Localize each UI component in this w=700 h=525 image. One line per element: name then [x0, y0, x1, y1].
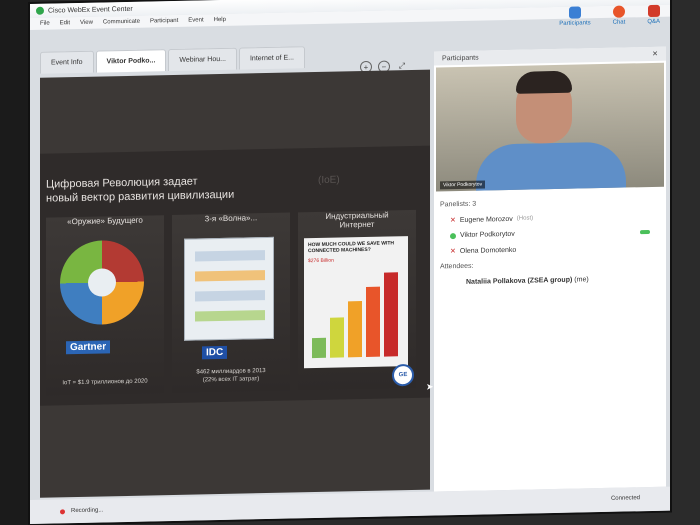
mouse-cursor-icon: ➤ [426, 381, 434, 392]
participants-label: Participants [559, 20, 591, 27]
menu-communicate[interactable]: Communicate [103, 19, 140, 26]
menu-participant[interactable]: Participant [150, 18, 178, 25]
infographic-value: $276 Billion [308, 257, 334, 265]
connection-status: Connected [610, 495, 640, 502]
tab-internet[interactable]: Internet of E... [238, 46, 305, 70]
column-heading: Индустриальный Интернет [325, 210, 389, 230]
slide-ghost-text: (IoE) [318, 174, 340, 186]
attendee-row[interactable]: Nataliia Pollakova (ZSEA group) (me) [434, 270, 666, 292]
slide-title: Цифровая Революция задает новый вектор р… [46, 171, 346, 205]
participant-name: Viktor Podkorytov [460, 230, 515, 239]
participants-icon [568, 6, 581, 19]
window-title: Cisco WebEx Event Center [48, 5, 133, 15]
shared-content-area: Цифровая Революция задает новый вектор р… [40, 69, 434, 498]
chat-icon [612, 5, 625, 18]
participant-name: Eugene Morozov [459, 215, 513, 224]
recording-icon [60, 508, 65, 514]
column-heading: «Оружие» Будущего [67, 215, 143, 227]
participant-role: (Host) [516, 215, 534, 222]
toolbar: Participants Chat Q&A [559, 4, 660, 27]
video-name-label: Viktor Podkorytov [440, 180, 486, 190]
slide-column-industrial: Индустриальный Интернет HOW MUCH COULD W… [298, 209, 416, 391]
qa-icon [647, 4, 660, 18]
ge-infographic: HOW MUCH COULD WE SAVE WITH CONNECTED MA… [304, 236, 408, 369]
presentation-slide: Цифровая Революция задает новый вектор р… [40, 145, 430, 406]
chat-label: Chat [612, 19, 626, 26]
ge-logo: GE [392, 363, 414, 387]
menu-help[interactable]: Help [214, 17, 226, 23]
video-on-icon [640, 229, 650, 234]
room-left-edge [0, 0, 30, 525]
video-feed: Viktor Podkorytov [436, 62, 664, 192]
tab-event-info[interactable]: Event Info [40, 50, 94, 74]
tab-webinar[interactable]: Webinar Hou... [168, 47, 237, 72]
qa-label: Q&A [647, 18, 660, 26]
participants-button[interactable]: Participants [559, 6, 591, 27]
cycle-wheel-graphic [60, 239, 144, 326]
infographic-question: HOW MUCH COULD WE SAVE WITH CONNECTED MA… [308, 240, 395, 255]
idc-logo: IDC [202, 345, 228, 360]
panel-close-icon[interactable]: ✕ [652, 50, 658, 58]
projected-screen: Cisco WebEx Event Center File Edit View … [30, 0, 670, 524]
mic-muted-icon: ✕ [450, 217, 456, 225]
mic-muted-icon: ✕ [450, 248, 456, 256]
menu-view[interactable]: View [80, 20, 93, 26]
idc-infographic [184, 236, 274, 341]
menu-file[interactable]: File [40, 21, 50, 27]
chat-button[interactable]: Chat [612, 5, 626, 26]
column-caption: IoT = $1.9 триллионов до 2020 [62, 378, 148, 387]
slide-column-idc: 3-я «Волна»... IDC $462 миллиардов в 201… [172, 212, 290, 394]
webex-logo-icon [36, 6, 44, 15]
slide-column-gartner: «Оружие» Будущего Gartner IoT = $1.9 три… [46, 215, 164, 396]
column-heading: 3-я «Волна»... [204, 213, 258, 224]
menu-edit[interactable]: Edit [60, 20, 70, 26]
attendee-role: (me) [574, 276, 589, 284]
room-right-edge [670, 0, 700, 525]
tab-viktor[interactable]: Viktor Podko... [95, 49, 167, 73]
attendee-name: Nataliia Pollakova (ZSEA group) [466, 276, 573, 286]
document-tabs: Event Info Viktor Podko... Webinar Hou..… [40, 46, 305, 74]
participant-name: Olena Domotenko [459, 246, 517, 255]
column-caption: $462 миллиардов в 2013 (22% всех IT затр… [196, 368, 266, 384]
menu-event[interactable]: Event [188, 17, 203, 23]
participant-list: Panelists: 3 ✕ Eugene Morozov (Host) Vik… [434, 193, 666, 292]
participants-panel: Participants ✕ Viktor Podkorytov Panelis… [434, 46, 666, 492]
panel-title: Participants [442, 54, 479, 62]
recording-status: Recording... [71, 507, 104, 515]
gartner-logo: Gartner [66, 340, 111, 355]
qa-button[interactable]: Q&A [647, 4, 660, 26]
presenter-icon [450, 232, 456, 239]
